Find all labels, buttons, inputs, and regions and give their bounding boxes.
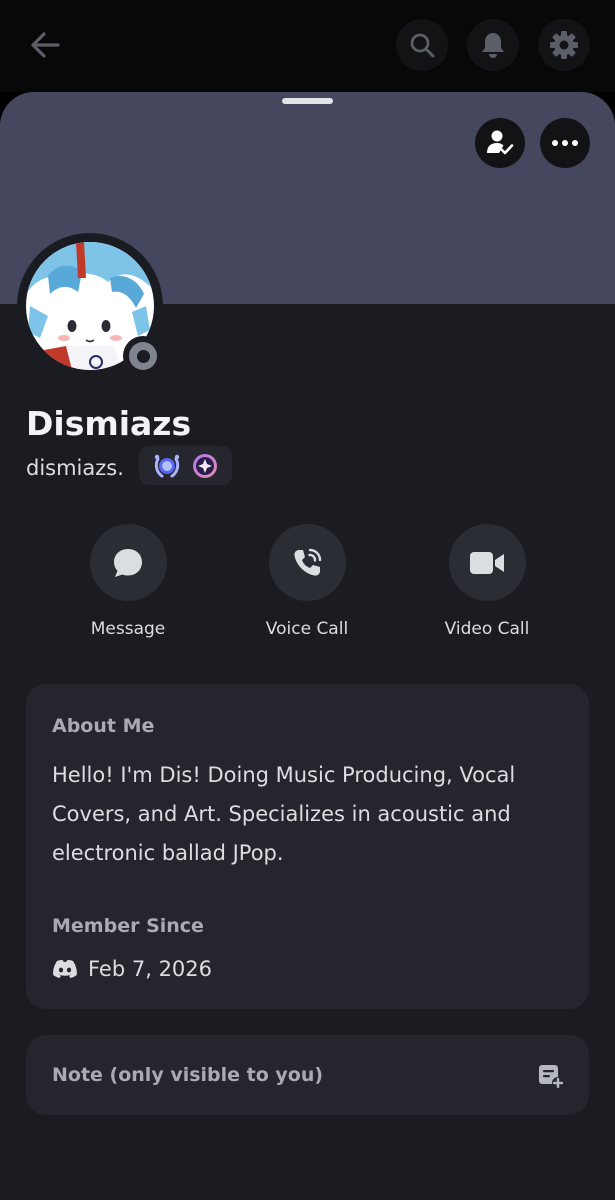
friend-status-button[interactable] bbox=[475, 118, 525, 168]
search-icon bbox=[410, 33, 435, 58]
badge-list bbox=[139, 446, 232, 485]
person-check-icon bbox=[487, 130, 514, 155]
offline-status-icon bbox=[129, 342, 157, 370]
voice-call-action[interactable]: Voice Call bbox=[227, 524, 387, 641]
wreath-badge-icon[interactable] bbox=[152, 451, 182, 481]
video-camera-icon bbox=[470, 551, 504, 574]
status-indicator bbox=[123, 336, 163, 376]
video-call-button[interactable] bbox=[448, 524, 526, 601]
profile-sheet: Dismiazs dismiazs. Message Voice Call Vi… bbox=[0, 92, 615, 1200]
display-name: Dismiazs bbox=[26, 404, 192, 443]
member-since-date: Feb 7, 2026 bbox=[88, 957, 213, 981]
about-card: About Me Hello! I'm Dis! Doing Music Pro… bbox=[26, 684, 589, 1009]
gear-icon bbox=[550, 31, 578, 59]
about-me-text[interactable]: Hello! I'm Dis! Doing Music Producing, V… bbox=[52, 756, 567, 873]
more-horizontal-icon bbox=[552, 140, 578, 146]
message-label: Message bbox=[90, 619, 166, 639]
top-bar bbox=[0, 0, 615, 92]
nitro-gem-badge-icon[interactable] bbox=[191, 452, 219, 480]
search-button[interactable] bbox=[396, 19, 448, 71]
back-button[interactable] bbox=[26, 26, 64, 64]
note-card[interactable]: Note (only visible to you) bbox=[26, 1035, 589, 1115]
add-note-icon[interactable] bbox=[538, 1063, 564, 1089]
bell-icon bbox=[482, 33, 504, 58]
about-me-heading: About Me bbox=[52, 715, 155, 737]
chat-bubble-icon bbox=[114, 548, 142, 577]
discord-logo-icon bbox=[53, 959, 77, 978]
more-options-button[interactable] bbox=[540, 118, 590, 168]
voice-call-label: Voice Call bbox=[265, 619, 349, 639]
member-since-row: Feb 7, 2026 bbox=[52, 954, 212, 984]
message-button[interactable] bbox=[89, 524, 167, 601]
note-placeholder[interactable]: Note (only visible to you) bbox=[52, 1062, 323, 1088]
video-call-label: Video Call bbox=[444, 619, 530, 639]
settings-button[interactable] bbox=[538, 19, 590, 71]
notifications-button[interactable] bbox=[467, 19, 519, 71]
member-since-heading: Member Since bbox=[52, 915, 204, 937]
message-action[interactable]: Message bbox=[48, 524, 208, 641]
voice-call-button[interactable] bbox=[268, 524, 346, 601]
video-call-action[interactable]: Video Call bbox=[407, 524, 567, 641]
drag-handle[interactable] bbox=[282, 98, 333, 104]
phone-icon bbox=[294, 548, 322, 576]
arrow-left-icon bbox=[31, 32, 60, 58]
username[interactable]: dismiazs. bbox=[26, 453, 124, 483]
avatar-frame[interactable] bbox=[17, 233, 163, 379]
